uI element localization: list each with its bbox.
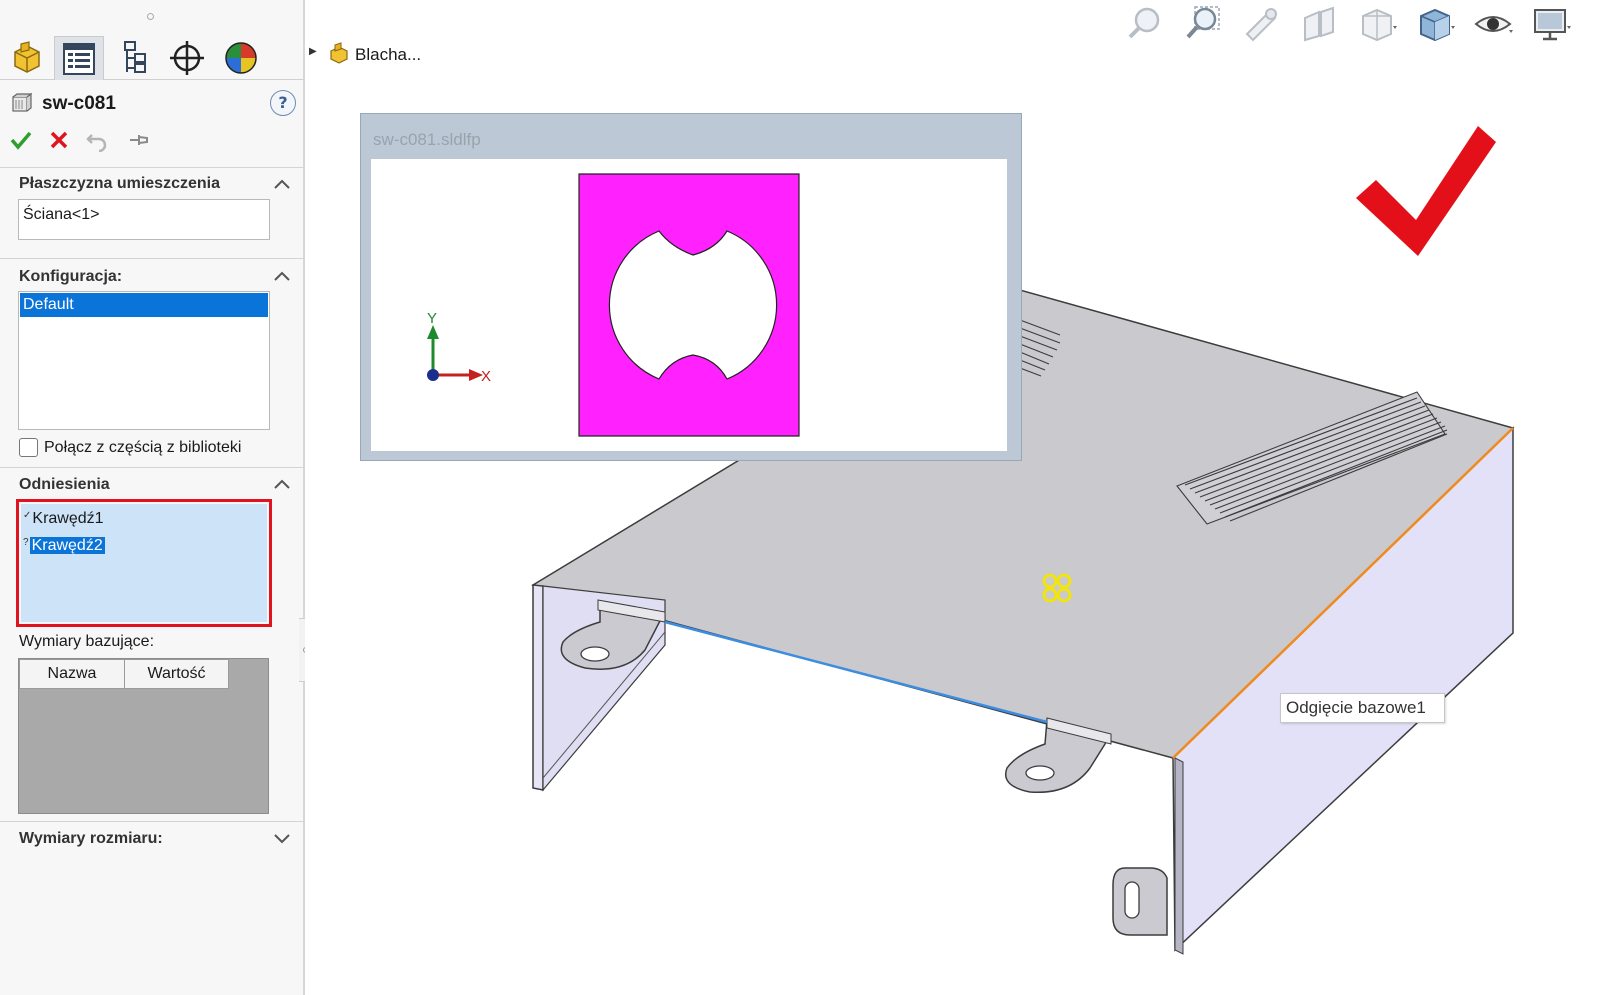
panel-grip[interactable]: [147, 13, 154, 20]
view-orientation-icon: [1362, 8, 1397, 42]
expand-arrow-icon[interactable]: ▶: [309, 46, 317, 57]
placement-plane-field[interactable]: Ściana<1>: [18, 199, 270, 240]
checkmark-icon: [10, 131, 32, 150]
axis-y-label: Y: [427, 310, 437, 327]
chevron-down-icon[interactable]: [272, 830, 292, 846]
library-link-checkbox[interactable]: [19, 438, 38, 457]
view-settings-button[interactable]: [1531, 4, 1575, 44]
library-preview-window[interactable]: sw-c081.sldlfp Y X: [360, 113, 1022, 461]
configuration-list[interactable]: Default: [18, 291, 270, 430]
undo-icon: [86, 134, 107, 153]
zoom-to-area-icon: [1186, 6, 1220, 39]
reference-status-mark: ✓: [23, 510, 32, 521]
library-feature-icon: [12, 92, 32, 112]
display-manager-tab[interactable]: [216, 36, 266, 80]
reference-item-selected[interactable]: ? Krawędź2: [23, 537, 105, 555]
help-icon[interactable]: ?: [270, 90, 296, 116]
hide-show-icon: [1474, 16, 1513, 33]
reference-status-mark: ?: [23, 537, 29, 548]
feature-manager-icon: [14, 41, 40, 73]
placement-plane-title: Płaszczyzna umieszczenia: [19, 175, 220, 192]
display-manager-icon: [225, 42, 257, 74]
zoom-to-fit-icon: [1128, 7, 1160, 39]
ok-button[interactable]: [8, 128, 34, 156]
size-dims-title: Wymiary rozmiaru:: [19, 830, 163, 847]
references-highlight-box: ✓Krawędź1 ? Krawędź2: [16, 499, 272, 627]
zoom-to-fit-button[interactable]: [1125, 4, 1169, 44]
configuration-manager-icon: [124, 41, 146, 73]
property-manager-header: sw-c081 ?: [10, 90, 300, 120]
preview-window-title: sw-c081.sldlfp: [373, 130, 481, 149]
undo-button[interactable]: [84, 128, 110, 156]
configuration-title: Konfiguracja:: [19, 268, 123, 285]
hide-show-button[interactable]: [1473, 4, 1517, 44]
pushpin-icon: [130, 135, 148, 145]
divider: [0, 467, 303, 468]
graphics-area[interactable]: ▶ Blacha... sw-c081.sldlfp Y X Odgięcie …: [305, 0, 1600, 995]
preview-drawing: Y X: [427, 173, 800, 437]
configuration-item-default[interactable]: Default: [20, 293, 268, 317]
flange-thickness: [1174, 757, 1184, 955]
previous-view-icon: [1245, 8, 1277, 42]
references-list[interactable]: ✓Krawędź1 ? Krawędź2: [21, 504, 267, 622]
column-header-value[interactable]: Wartość: [124, 659, 229, 689]
property-manager-icon: [63, 42, 95, 75]
view-settings-icon: [1534, 9, 1571, 41]
library-link-label: Połącz z częścią z biblioteki: [44, 439, 242, 456]
coordinate-triad: Y X: [427, 310, 491, 385]
feature-manager-tab[interactable]: [2, 36, 52, 80]
dimxpert-tab[interactable]: [162, 36, 212, 80]
display-style-icon: [1420, 8, 1455, 42]
zoom-to-area-button[interactable]: [1183, 4, 1227, 44]
close-icon: [50, 131, 68, 149]
big-checkmark-icon: [1356, 126, 1496, 256]
feature-tree-root[interactable]: ▶ Blacha...: [305, 40, 465, 70]
locating-dims-label: Wymiary bazujące:: [19, 633, 155, 650]
manager-tabbar: [0, 30, 303, 80]
divider: [0, 821, 303, 822]
dimxpert-icon: [170, 41, 204, 75]
axis-x-label: X: [481, 368, 491, 385]
locating-dims-table[interactable]: Nazwa Wartość: [18, 658, 269, 814]
feature-tree-root-label: Blacha...: [355, 45, 422, 64]
previous-view-button[interactable]: [1241, 4, 1285, 44]
display-style-button[interactable]: [1415, 4, 1459, 44]
view-orientation-button[interactable]: [1357, 4, 1401, 44]
chevron-up-icon[interactable]: [272, 176, 292, 192]
reference-item[interactable]: ✓Krawędź1: [23, 510, 104, 528]
mounting-tab: [1112, 867, 1168, 936]
column-header-name[interactable]: Nazwa: [19, 659, 125, 689]
heads-up-view-toolbar: [1125, 2, 1589, 46]
property-manager-tab[interactable]: [54, 36, 104, 80]
sheet-metal-part-icon: [330, 42, 348, 64]
pin-button[interactable]: [126, 128, 152, 156]
page-title: sw-c081: [42, 93, 116, 114]
divider: [0, 258, 303, 259]
configuration-manager-tab[interactable]: [108, 36, 158, 80]
feature-tooltip: Odgięcie bazowe1: [1280, 693, 1445, 723]
placement-plane-value: Ściana<1>: [23, 206, 100, 223]
property-manager-panel: sw-c081 ? Płaszczyzna umieszczenia Ścian…: [0, 0, 305, 995]
section-view-button[interactable]: [1299, 4, 1343, 44]
divider: [0, 167, 303, 168]
reference-label: Krawędź1: [32, 510, 104, 527]
left-flange: [532, 584, 544, 791]
preview-canvas: Y X: [371, 159, 1007, 451]
cancel-button[interactable]: [46, 128, 72, 156]
chevron-up-icon[interactable]: [272, 268, 292, 284]
reference-label: Krawędź2: [29, 537, 105, 554]
library-feature-profile: [578, 173, 800, 437]
section-view-icon: [1304, 6, 1334, 42]
action-buttons: [8, 128, 208, 158]
chevron-up-icon[interactable]: [272, 476, 292, 492]
references-title: Odniesienia: [19, 476, 110, 493]
